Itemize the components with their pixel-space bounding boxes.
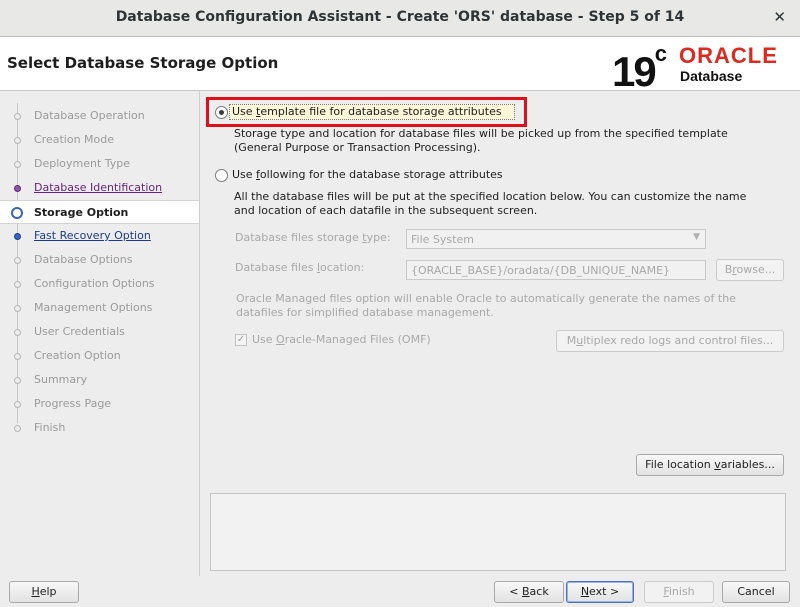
step-dot-icon	[14, 233, 21, 240]
files-location-label: Database files location:	[235, 261, 365, 274]
step-database-operation: Database Operation	[0, 104, 199, 128]
step-dot-icon	[14, 137, 21, 144]
multiplex-redo-logs-button[interactable]: Multiplex redo logs and control files...	[556, 330, 784, 352]
step-creation-mode: Creation Mode	[0, 128, 199, 152]
step-management-options: Management Options	[0, 296, 199, 320]
cancel-button[interactable]: Cancel	[722, 581, 790, 603]
step-dot-icon	[14, 401, 21, 408]
step-dot-icon	[14, 113, 21, 120]
template-storage-radio[interactable]	[215, 106, 228, 119]
chevron-down-icon: ▼	[693, 232, 700, 242]
step-user-credentials: User Credentials	[0, 320, 199, 344]
step-finish: Finish	[0, 416, 199, 440]
custom-storage-label[interactable]: Use following for the database storage a…	[232, 168, 503, 181]
step-dot-icon	[14, 353, 21, 360]
omf-note: Oracle Managed files option will enable …	[236, 292, 736, 319]
step-dot-icon	[14, 425, 21, 432]
page-title: Select Database Storage Option	[7, 54, 279, 72]
window-titlebar: Database Configuration Assistant - Creat…	[0, 0, 800, 37]
custom-storage-description: All the database files will be put at th…	[234, 190, 747, 217]
storage-type-select[interactable]: File System ▼	[406, 229, 706, 249]
help-button[interactable]: Help	[9, 581, 79, 603]
wizard-footer: Help < Back Next > Finish Cancel	[0, 576, 800, 607]
finish-button[interactable]: Finish	[644, 581, 714, 603]
custom-storage-radio[interactable]	[215, 169, 228, 182]
file-location-variables-button[interactable]: File location variables...	[636, 454, 784, 476]
step-dot-icon	[14, 305, 21, 312]
oracle-product-label: Database	[680, 68, 743, 84]
template-storage-label[interactable]: Use template file for database storage a…	[232, 105, 502, 118]
step-summary: Summary	[0, 368, 199, 392]
step-progress-page: Progress Page	[0, 392, 199, 416]
step-deployment-type: Deployment Type	[0, 152, 199, 176]
step-creation-option: Creation Option	[0, 344, 199, 368]
back-button[interactable]: < Back	[494, 581, 564, 603]
step-dot-icon	[14, 161, 21, 168]
storage-type-label: Database files storage type:	[235, 231, 391, 244]
step-dot-icon	[14, 329, 21, 336]
step-dot-icon	[14, 185, 21, 192]
step-dot-icon	[14, 377, 21, 384]
step-dot-icon	[14, 281, 21, 288]
steps-sidebar: Database Operation Creation Mode Deploym…	[0, 91, 200, 576]
message-area	[210, 493, 786, 571]
oracle-brand-logo: ORACLE	[679, 43, 778, 68]
step-fast-recovery-option[interactable]: Fast Recovery Option	[0, 224, 199, 248]
page-header: Select Database Storage Option 19c ORACL…	[0, 37, 800, 95]
logo-version: 19	[612, 48, 657, 95]
step-storage-option: Storage Option	[0, 200, 199, 224]
omf-checkbox[interactable]: ✓	[235, 334, 247, 346]
oracle-19c-logo: 19c	[612, 41, 667, 95]
browse-button[interactable]: Browse...	[716, 259, 784, 281]
step-dot-icon	[14, 257, 21, 264]
logo-version-sup: c	[654, 41, 667, 66]
omf-checkbox-label[interactable]: Use Oracle-Managed Files (OMF)	[252, 333, 431, 347]
files-location-input[interactable]: {ORACLE_BASE}/oradata/{DB_UNIQUE_NAME}	[406, 260, 706, 280]
template-storage-description: Storage type and location for database f…	[234, 127, 728, 154]
step-database-options: Database Options	[0, 248, 199, 272]
next-button[interactable]: Next >	[566, 581, 634, 603]
window-title: Database Configuration Assistant - Creat…	[115, 9, 685, 25]
close-icon[interactable]: ✕	[773, 8, 786, 26]
step-database-identification[interactable]: Database Identification	[0, 176, 199, 200]
step-configuration-options: Configuration Options	[0, 272, 199, 296]
step-current-icon	[11, 207, 23, 219]
